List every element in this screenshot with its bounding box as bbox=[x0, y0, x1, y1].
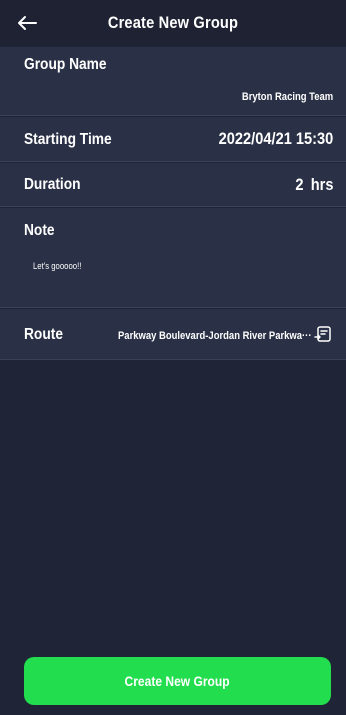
note-label: Note bbox=[24, 222, 55, 239]
route-value: Parkway Boulevard-Jordan River Parkwa··· bbox=[118, 330, 312, 342]
map-route-icon[interactable] bbox=[314, 324, 334, 344]
create-group-screen: Create New Group Group Name Bryton Racin… bbox=[0, 0, 346, 715]
duration-unit: hrs bbox=[310, 175, 333, 194]
duration-label: Duration bbox=[24, 176, 81, 193]
route-value-container: Parkway Boulevard-Jordan River Parkwa··· bbox=[118, 330, 328, 342]
group-name-value[interactable]: Bryton Racing Team bbox=[242, 91, 333, 103]
starting-time-value[interactable]: 2022/04/21 15:30 bbox=[218, 129, 333, 149]
group-name-field[interactable]: Group Name Bryton Racing Team bbox=[0, 47, 346, 116]
route-label: Route bbox=[24, 326, 63, 343]
duration-value[interactable]: 2 bbox=[295, 175, 303, 195]
starting-time-field[interactable]: Starting Time 2022/04/21 15:30 bbox=[0, 117, 346, 162]
duration-field[interactable]: Duration 2 hrs bbox=[0, 163, 346, 207]
create-new-group-button[interactable]: Create New Group bbox=[24, 657, 331, 705]
group-name-label: Group Name bbox=[24, 56, 107, 73]
note-value[interactable]: Let's gooooo!! bbox=[33, 261, 81, 271]
note-field[interactable]: Note Let's gooooo!! bbox=[0, 208, 346, 308]
app-header: Create New Group bbox=[0, 0, 346, 46]
create-new-group-label: Create New Group bbox=[124, 673, 231, 689]
starting-time-label: Starting Time bbox=[24, 131, 112, 148]
page-title: Create New Group bbox=[107, 13, 239, 32]
route-field[interactable]: Route Parkway Boulevard-Jordan River Par… bbox=[0, 309, 346, 360]
